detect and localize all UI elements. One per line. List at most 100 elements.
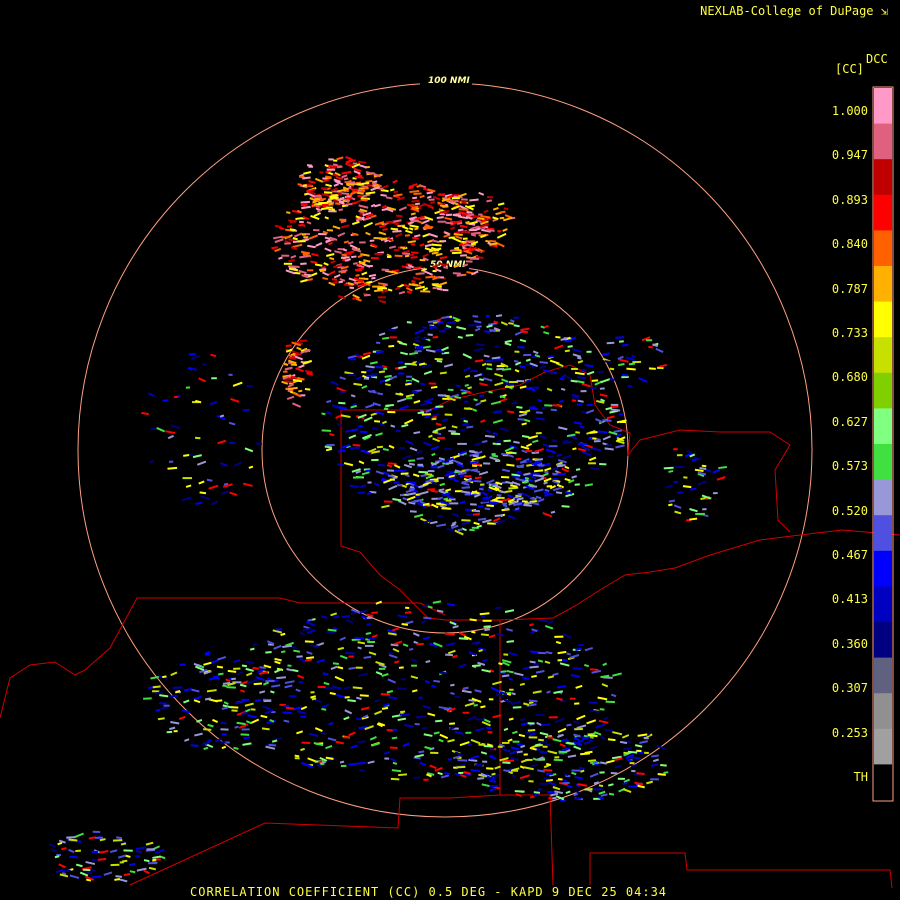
echo-pixel (419, 761, 427, 766)
echo-pixel (509, 688, 514, 691)
echo-pixel (167, 434, 174, 440)
echo-pixel (529, 623, 534, 627)
echo-pixel (474, 764, 483, 767)
echo-pixel (562, 781, 570, 785)
echo-pixel (648, 345, 653, 349)
echo-pixel (562, 632, 572, 639)
echo-pixel (389, 245, 397, 249)
echo-pixel (537, 398, 543, 403)
echo-pixel (627, 384, 633, 388)
echo-pixel (482, 619, 492, 622)
echo-pixel (234, 725, 239, 729)
echo-pixel (457, 442, 467, 445)
echo-pixel (413, 234, 421, 238)
echo-pixel (361, 271, 368, 276)
echo-pixel (343, 462, 354, 467)
echo-pixel (527, 722, 535, 725)
echo-pixel (558, 399, 564, 404)
echo-pixel (464, 374, 471, 379)
echo-pixel (413, 192, 422, 195)
legend-tick: 0.573 (831, 459, 868, 474)
echo-pixel (326, 229, 334, 232)
echo-pixel (374, 710, 383, 716)
echo-pixel (410, 212, 416, 216)
echo-pixel (557, 778, 563, 781)
echo-pixel (621, 734, 630, 739)
echo-pixel (382, 336, 390, 340)
echo-pixel (243, 736, 250, 740)
echo-pixel (544, 488, 550, 493)
echo-pixel (382, 227, 388, 231)
echo-pixel (286, 211, 291, 215)
echo-pixel (559, 377, 565, 381)
echo-pixel (195, 501, 203, 505)
echo-pixel (500, 670, 507, 673)
echo-pixel (233, 667, 241, 670)
echo-pixel (369, 361, 378, 365)
echo-pixel (432, 431, 438, 434)
echo-pixel (461, 689, 472, 694)
echo-pixel (650, 763, 659, 768)
echo-pixel (92, 830, 101, 833)
echo-pixel (390, 757, 397, 763)
echo-pixel (541, 406, 547, 410)
echo-pixel (326, 168, 336, 171)
echo-pixel (473, 373, 482, 378)
echo-pixel (298, 680, 304, 684)
echo-pixel (512, 706, 522, 709)
echo-pixel (304, 640, 314, 643)
echo-pixel (448, 429, 456, 433)
echo-pixel (163, 704, 170, 707)
echo-pixel (416, 457, 424, 460)
echo-pixel (538, 738, 544, 742)
echo-pixel (472, 464, 478, 467)
echo-pixel (564, 340, 572, 343)
credit-text: NEXLAB-College of DuPage (700, 4, 874, 18)
echo-pixel (406, 375, 413, 378)
echo-pixel (511, 730, 518, 735)
echo-pixel (479, 394, 485, 397)
echo-pixel (420, 402, 428, 406)
echo-pixel (447, 757, 453, 761)
echo-pixel (586, 444, 594, 449)
echo-pixel (437, 436, 445, 439)
echo-pixel (480, 705, 486, 709)
echo-pixel (241, 664, 248, 668)
echo-pixel (300, 705, 308, 711)
echo-pixel (537, 651, 546, 655)
echo-pixel (590, 467, 600, 471)
echo-pixel (508, 717, 514, 721)
echo-pixel (639, 740, 649, 745)
echo-pixel (655, 347, 664, 353)
echo-pixel (435, 405, 444, 408)
echo-pixel (500, 476, 510, 479)
echo-pixel (504, 339, 513, 344)
echo-pixel (481, 455, 486, 459)
echo-pixel (496, 632, 505, 637)
echo-pixel (559, 662, 570, 667)
legend-swatch (874, 550, 892, 587)
echo-pixel (429, 200, 436, 205)
echo-pixel (367, 760, 375, 765)
echo-pixel (375, 600, 383, 605)
echo-pixel (467, 386, 472, 390)
echo-pixel (365, 287, 371, 291)
echo-pixel (531, 763, 538, 768)
echo-pixel (339, 760, 345, 764)
echo-pixel (391, 736, 398, 740)
echo-pixel (359, 694, 369, 697)
echo-pixel (109, 849, 118, 854)
echo-pixel (486, 726, 492, 730)
echo-pixel (525, 758, 533, 761)
echo-pixel (574, 776, 583, 780)
corner-arrow-icon[interactable]: ⇲ (881, 4, 888, 18)
echo-pixel (341, 224, 350, 229)
echo-pixel (355, 273, 360, 277)
echo-pixel (535, 669, 545, 674)
echo-pixel (398, 773, 408, 777)
echo-pixel (571, 399, 577, 402)
echo-pixel (395, 214, 403, 218)
echo-pixel (621, 374, 629, 377)
echo-pixel (404, 234, 411, 237)
echo-pixel (612, 672, 622, 677)
